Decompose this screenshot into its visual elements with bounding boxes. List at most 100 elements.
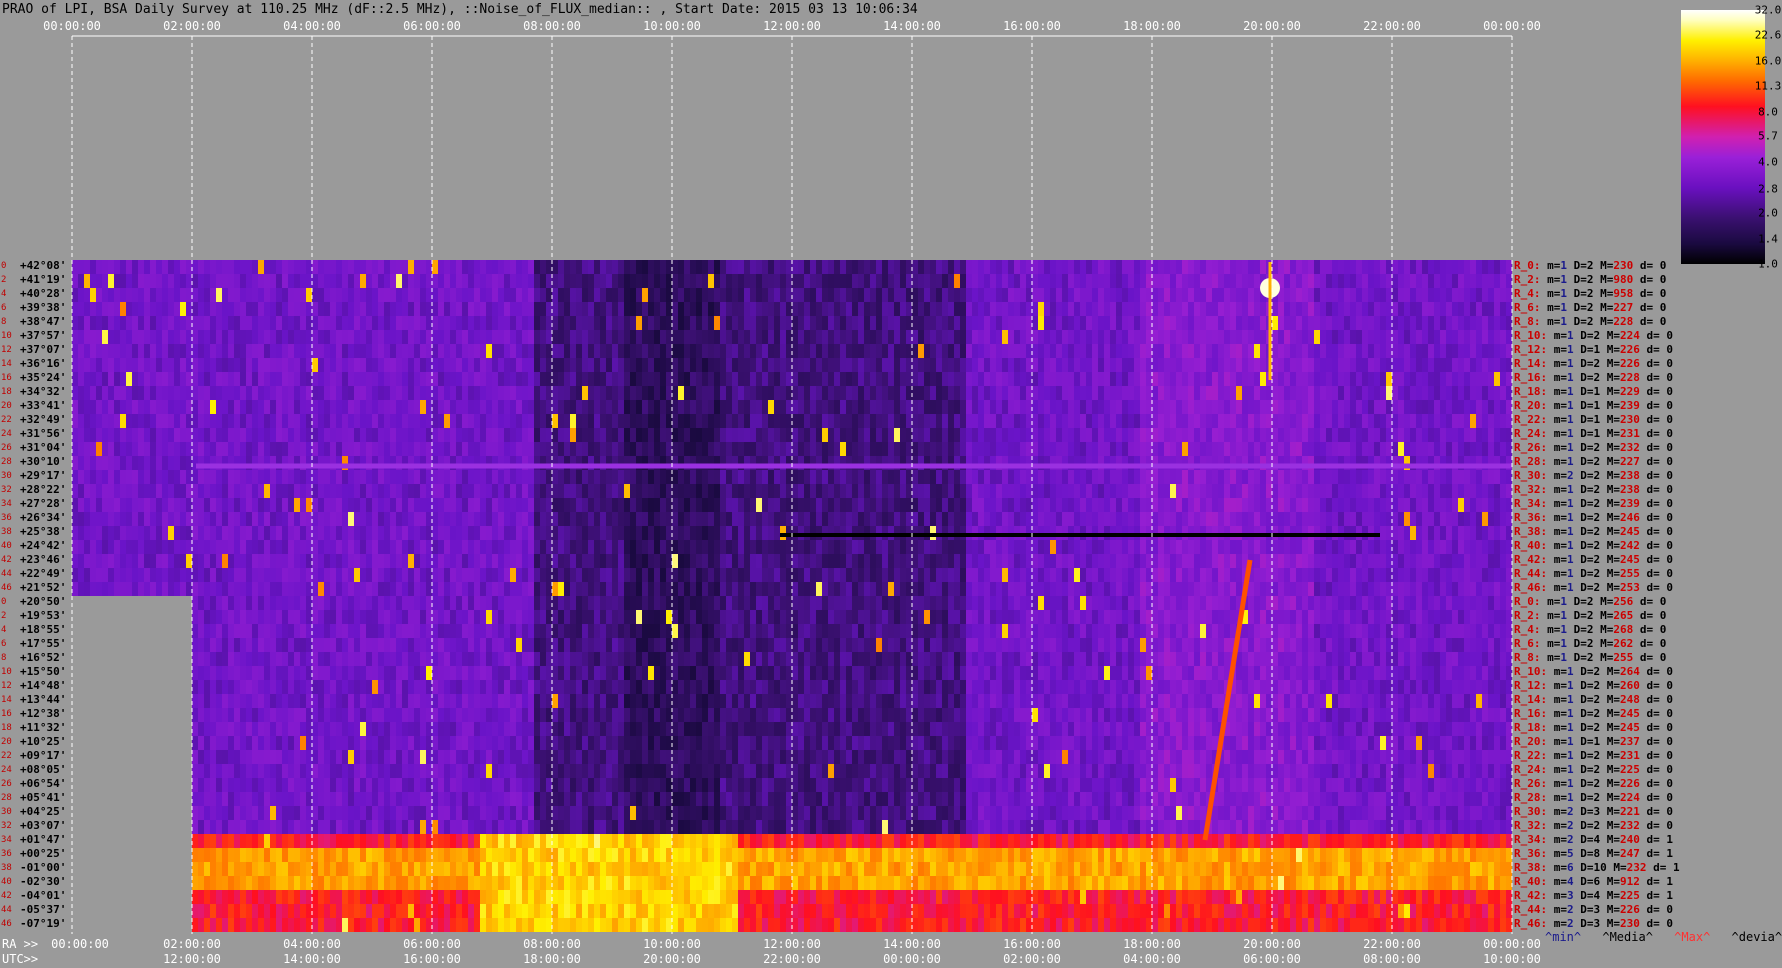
heatmap-cell [1362, 442, 1368, 456]
heatmap-cell [186, 442, 192, 456]
heatmap-cell [822, 344, 828, 358]
heatmap-cell [1116, 428, 1122, 442]
heatmap-cell [798, 484, 804, 498]
heatmap-cell [510, 358, 516, 372]
heatmap-cell [1464, 274, 1470, 288]
heatmap-cell [1074, 372, 1080, 386]
heatmap-cell [822, 302, 828, 316]
heatmap-cell [390, 260, 396, 274]
heatmap-cell [582, 442, 588, 456]
heatmap-cell [204, 358, 210, 372]
heatmap-cell [390, 414, 396, 428]
heatmap-cell [462, 372, 468, 386]
heatmap-cell [228, 400, 234, 414]
heatmap-cell [966, 260, 972, 274]
heatmap-cell [660, 470, 666, 484]
heatmap-cell [546, 316, 552, 330]
heatmap-cell [120, 484, 126, 498]
heatmap-cell [1032, 512, 1038, 526]
heatmap-cell [126, 302, 132, 316]
heatmap-cell [702, 316, 708, 330]
heatmap-cell [174, 274, 180, 288]
heatmap-cell [324, 274, 330, 288]
heatmap-cell [222, 316, 228, 330]
heatmap-cell [678, 526, 684, 540]
heatmap-cell [972, 330, 978, 344]
heatmap-cell [576, 498, 582, 512]
heatmap-cell [1194, 470, 1200, 484]
heatmap-cell [672, 358, 678, 372]
heatmap-cell [1392, 470, 1398, 484]
heatmap-cell [1020, 400, 1026, 414]
heatmap-cell [1188, 512, 1194, 526]
heatmap-cell [534, 316, 540, 330]
heatmap-cell [864, 274, 870, 288]
heatmap-cell [174, 428, 180, 442]
heatmap-cell [1038, 400, 1044, 414]
heatmap-cell [942, 344, 948, 358]
heatmap-cell [348, 344, 354, 358]
heatmap-cell [1494, 442, 1500, 456]
heatmap-cell [1488, 498, 1494, 512]
heatmap-cell [594, 470, 600, 484]
heatmap-cell [990, 316, 996, 330]
heatmap-cell [1116, 540, 1122, 554]
heatmap-cell [786, 498, 792, 512]
heatmap-cell [1164, 428, 1170, 442]
heatmap-cell [246, 302, 252, 316]
heatmap-cell [468, 512, 474, 526]
heatmap-cell [414, 442, 420, 456]
heatmap-cell [150, 484, 156, 498]
heatmap-cell [1458, 400, 1464, 414]
heatmap-cell [654, 274, 660, 288]
heatmap-cell [846, 358, 852, 372]
heatmap-cell [204, 498, 210, 512]
heatmap-cell [1464, 484, 1470, 498]
heatmap-cell [1320, 428, 1326, 442]
heatmap-cell [1290, 330, 1296, 344]
heatmap-cell [1194, 512, 1200, 526]
heatmap-cell [72, 288, 78, 302]
heatmap-cell [558, 330, 564, 344]
heatmap-cell [654, 400, 660, 414]
heatmap-cell [858, 372, 864, 386]
heatmap-cell [1140, 288, 1146, 302]
heatmap-cell [1128, 442, 1134, 456]
heatmap-cell [1404, 316, 1410, 330]
heatmap-cell [348, 274, 354, 288]
heatmap-cell [486, 330, 492, 344]
heatmap-cell [840, 540, 846, 554]
heatmap-cell [1158, 470, 1164, 484]
heatmap-cell [414, 372, 420, 386]
heatmap-cell [258, 498, 264, 512]
heatmap-cell [1230, 498, 1236, 512]
heatmap-cell [804, 344, 810, 358]
heatmap-cell [1092, 414, 1098, 428]
heatmap-cell [396, 498, 402, 512]
heatmap-cell [1410, 386, 1416, 400]
heatmap-cell [954, 484, 960, 498]
heatmap-cell [1176, 372, 1182, 386]
heatmap-cell [1002, 358, 1008, 372]
heatmap-cell [492, 442, 498, 456]
heatmap-cell [996, 372, 1002, 386]
heatmap-cell [246, 386, 252, 400]
heatmap-cell [474, 414, 480, 428]
heatmap-cell [1170, 470, 1176, 484]
heatmap-cell [852, 316, 858, 330]
heatmap-cell [744, 498, 750, 512]
heatmap-cell [756, 470, 762, 484]
heatmap-cell [906, 498, 912, 512]
heatmap-cell [1380, 512, 1386, 526]
heatmap-cell [186, 316, 192, 330]
heatmap-cell [1440, 484, 1446, 498]
heatmap-cell [408, 302, 414, 316]
heatmap-cell [912, 302, 918, 316]
heatmap-cell [114, 274, 120, 288]
heatmap-cell [162, 414, 168, 428]
heatmap-cell [1422, 512, 1428, 526]
heatmap-cell [78, 442, 84, 456]
heatmap-cell [168, 302, 174, 316]
heatmap-cell [1422, 344, 1428, 358]
heatmap-cell [582, 260, 588, 274]
